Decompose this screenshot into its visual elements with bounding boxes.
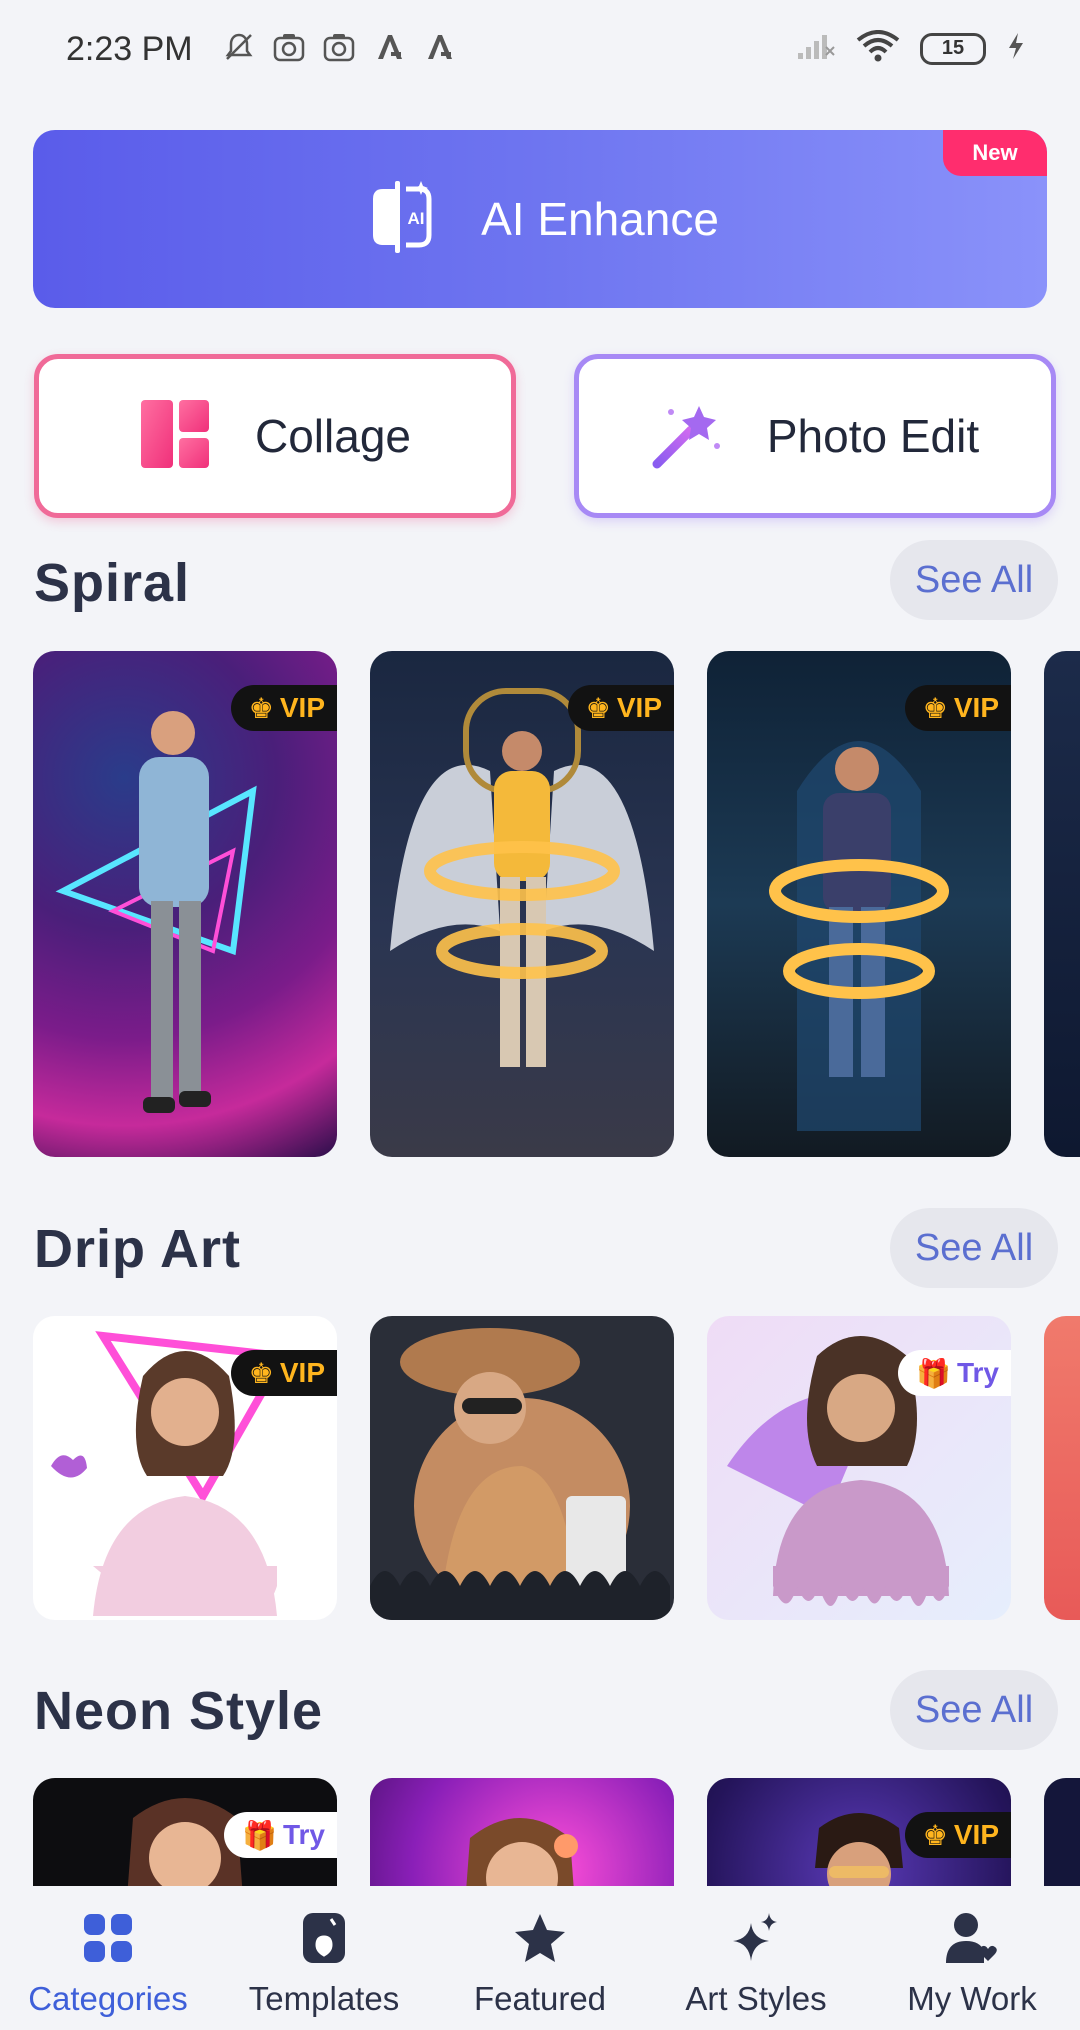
try-badge: 🎁 Try xyxy=(224,1812,337,1858)
grid-icon xyxy=(80,1910,136,1966)
mute-icon xyxy=(222,30,256,64)
magic-wand-icon xyxy=(651,398,723,475)
camera-icon xyxy=(322,30,356,64)
see-all-button[interactable]: See All xyxy=(890,1208,1058,1288)
signal-icon xyxy=(796,31,836,66)
collage-label: Collage xyxy=(255,410,411,462)
charging-icon xyxy=(1006,31,1026,66)
star-icon xyxy=(512,1910,568,1966)
battery-icon: 15 xyxy=(920,32,986,65)
section-title: Spiral xyxy=(34,553,191,613)
crown-icon: ♚ xyxy=(922,1819,948,1851)
nav-label: Categories xyxy=(28,1980,188,2017)
nav-templates[interactable]: Templates xyxy=(216,1886,432,2030)
bottom-nav: Categories Templates Featured Art Styles… xyxy=(0,1886,1080,2030)
template-card[interactable]: ♚ VIP xyxy=(33,1316,337,1620)
vip-badge: ♚ VIP xyxy=(904,1812,1011,1858)
nav-art-styles[interactable]: Art Styles xyxy=(648,1886,864,2030)
camera-icon xyxy=(272,30,306,64)
template-icon xyxy=(296,1910,352,1966)
section-title: Neon Style xyxy=(34,1681,324,1741)
template-card[interactable] xyxy=(370,1778,674,1886)
a-icon xyxy=(372,30,406,64)
crown-icon: ♚ xyxy=(248,692,274,724)
status-time: 2:23 PM xyxy=(66,30,193,68)
gift-icon: 🎁 xyxy=(242,1819,277,1851)
template-card[interactable]: ♚ VIP xyxy=(707,651,1011,1157)
vip-badge: ♚ VIP xyxy=(230,685,337,731)
photo-edit-button[interactable]: Photo Edit xyxy=(574,354,1056,518)
template-card-partial[interactable] xyxy=(1044,651,1080,1157)
photo-edit-label: Photo Edit xyxy=(766,410,980,462)
template-card[interactable]: ♚ VIP xyxy=(33,651,337,1157)
person-illustration xyxy=(370,1328,670,1620)
ai-enhance-label: AI Enhance xyxy=(481,193,719,245)
status-bar: 2:23 PM 15 xyxy=(0,0,1080,100)
template-card[interactable]: ♚ VIP xyxy=(370,651,674,1157)
try-badge: 🎁 Try xyxy=(898,1350,1011,1396)
template-card[interactable]: 🎁 Try xyxy=(707,1316,1011,1620)
a-icon xyxy=(422,30,456,64)
person-illustration xyxy=(466,1818,578,1886)
svg-text:AI: AI xyxy=(408,209,425,228)
section-spiral: Spiral See All ♚ VIP ♚ VIP ♚ VIP xyxy=(0,540,1080,1170)
see-all-button[interactable]: See All xyxy=(890,540,1058,620)
nav-label: Templates xyxy=(248,1980,400,2017)
nav-label: Featured xyxy=(473,1980,607,2017)
nav-categories[interactable]: Categories xyxy=(0,1886,216,2030)
ai-enhance-icon: AI xyxy=(361,177,441,262)
nav-featured[interactable]: Featured xyxy=(432,1886,648,2030)
crown-icon: ♚ xyxy=(248,1357,274,1389)
card-row: 🎁 Try ♚ VIP xyxy=(0,1778,1080,1886)
template-card[interactable]: 🎁 Try xyxy=(33,1778,337,1886)
vip-badge: ♚ VIP xyxy=(230,1350,337,1396)
crown-icon: ♚ xyxy=(585,692,611,724)
section-neon-style: Neon Style See All 🎁 Try ♚ VIP xyxy=(0,1670,1080,1886)
see-all-button[interactable]: See All xyxy=(890,1670,1058,1750)
nav-label: My Work xyxy=(907,1980,1037,2017)
card-row: ♚ VIP ♚ VIP ♚ VIP xyxy=(0,651,1080,1159)
ai-enhance-banner[interactable]: New AI AI Enhance xyxy=(33,130,1047,308)
template-card[interactable]: ♚ VIP xyxy=(707,1778,1011,1886)
status-icons-right: 15 xyxy=(796,30,1026,67)
section-title: Drip Art xyxy=(34,1219,241,1279)
status-icons-left xyxy=(222,30,456,64)
vip-badge: ♚ VIP xyxy=(567,685,674,731)
nav-my-work[interactable]: My Work xyxy=(864,1886,1080,2030)
wifi-icon xyxy=(856,30,900,67)
user-heart-icon xyxy=(944,1910,1000,1966)
template-card[interactable] xyxy=(370,1316,674,1620)
gift-icon: 🎁 xyxy=(916,1357,951,1389)
card-row: ♚ VIP 🎁 Try xyxy=(0,1316,1080,1622)
section-drip-art: Drip Art See All ♚ VIP 🎁 Try xyxy=(0,1208,1080,1628)
crown-icon: ♚ xyxy=(922,692,948,724)
collage-button[interactable]: Collage xyxy=(34,354,516,518)
collage-icon xyxy=(139,398,211,475)
template-card-partial[interactable] xyxy=(1044,1316,1080,1620)
sparkle-icon xyxy=(728,1910,784,1966)
template-card-partial[interactable] xyxy=(1044,1778,1080,1886)
nav-label: Art Styles xyxy=(685,1980,827,2017)
vip-badge: ♚ VIP xyxy=(904,685,1011,731)
new-badge: New xyxy=(943,130,1047,176)
